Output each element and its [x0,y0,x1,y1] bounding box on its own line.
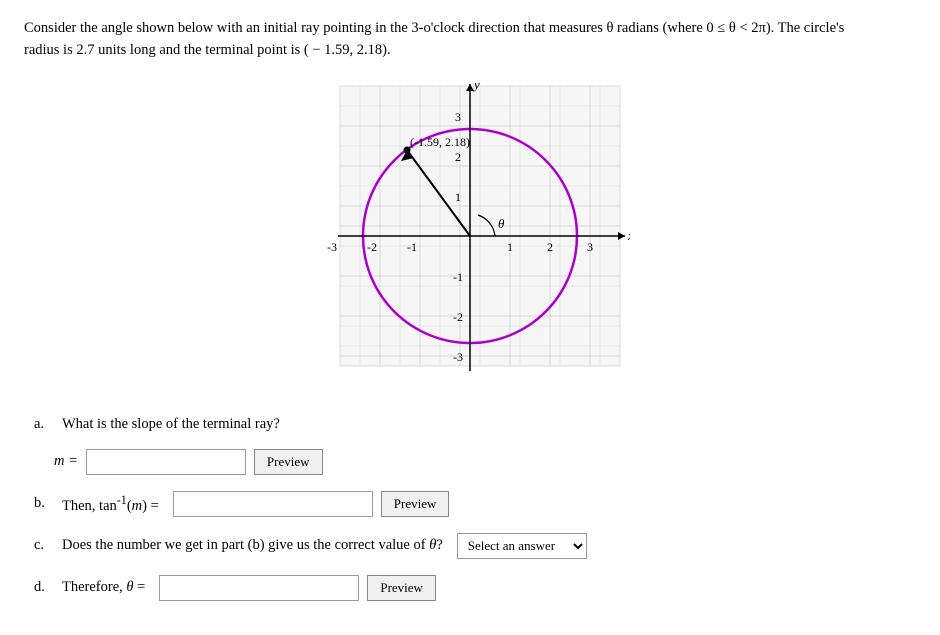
svg-text:1: 1 [507,240,513,254]
svg-text:-1: -1 [407,240,417,254]
question-d-input[interactable] [159,575,359,601]
question-d-preview-button[interactable]: Preview [367,575,436,601]
svg-text:-3: -3 [327,240,337,254]
question-d-label: d. [34,579,54,596]
m-equals-label: m = [54,453,78,470]
svg-text:-2: -2 [367,240,377,254]
question-a-input[interactable] [86,449,246,475]
graph-container: x y -3 -2 -1 1 2 3 1 2 3 -1 -2 -3 [24,76,916,396]
x-axis-label: x [627,228,630,243]
question-b-preview-button[interactable]: Preview [381,491,450,517]
question-d-row: d. Therefore, θ = Preview [34,575,916,601]
svg-text:θ: θ [498,216,505,231]
question-c-text: Does the number we get in part (b) give … [62,537,443,554]
svg-text:2: 2 [547,240,553,254]
question-c-label: c. [34,537,54,554]
svg-text:2: 2 [455,150,461,164]
question-a-label: a. [34,416,54,433]
y-axis-label: y [472,77,480,92]
question-c-row: c. Does the number we get in part (b) gi… [34,533,916,559]
intro-line2: radius is 2.7 units long and the termina… [24,42,391,58]
question-b-input[interactable] [173,491,373,517]
question-d-text: Therefore, θ = [62,579,145,596]
question-a-preview-button[interactable]: Preview [254,449,323,475]
question-a-text: What is the slope of the terminal ray? [62,416,280,433]
svg-text:-2: -2 [453,310,463,324]
question-a-row: a. What is the slope of the terminal ray… [34,416,916,433]
graph-area: x y -3 -2 -1 1 2 3 1 2 3 -1 -2 -3 [310,76,630,396]
questions-section: a. What is the slope of the terminal ray… [24,416,916,601]
question-a-input-row: m = Preview [34,449,916,475]
question-c-select[interactable]: Select an answer Yes No [457,533,587,559]
question-b-label: b. [34,495,54,512]
svg-text:3: 3 [587,240,593,254]
question-b-text: Then, tan-1(m) = [62,493,159,515]
svg-text:3: 3 [455,110,461,124]
intro-line1: Consider the angle shown below with an i… [24,20,844,36]
svg-text:(-1.59, 2.18): (-1.59, 2.18) [410,135,470,149]
svg-text:-3: -3 [453,350,463,364]
question-b-row: b. Then, tan-1(m) = Preview [34,491,916,517]
intro-paragraph: Consider the angle shown below with an i… [24,18,916,62]
svg-text:1: 1 [455,190,461,204]
svg-text:-1: -1 [453,270,463,284]
coordinate-graph: x y -3 -2 -1 1 2 3 1 2 3 -1 -2 -3 [310,76,630,396]
